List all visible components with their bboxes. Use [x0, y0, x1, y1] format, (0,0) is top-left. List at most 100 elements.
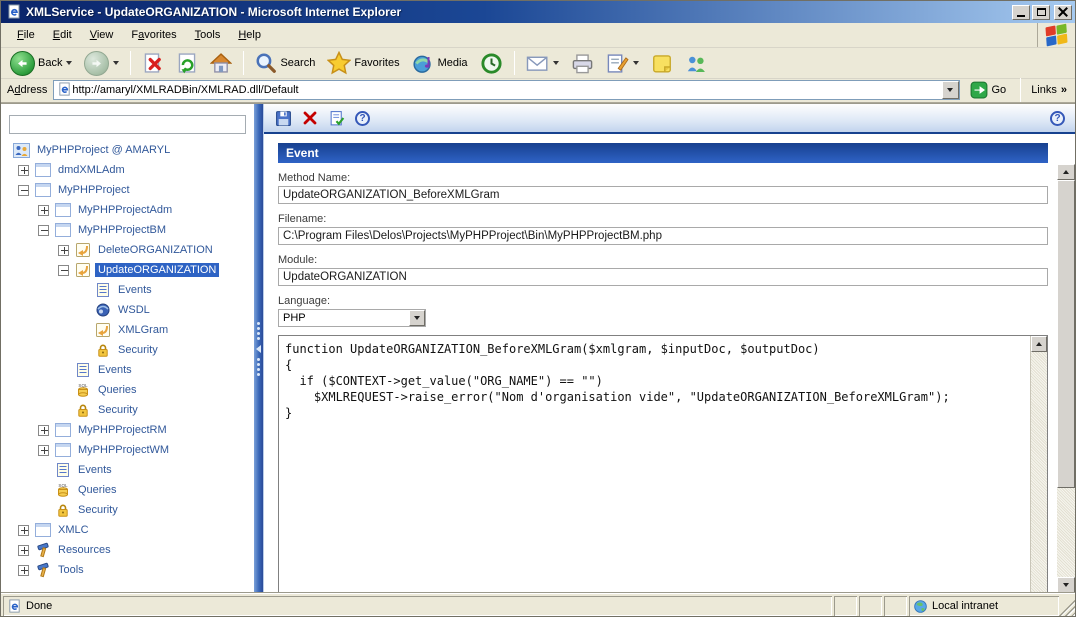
- favorites-button[interactable]: Favorites: [322, 48, 404, 78]
- browser-toolbar: Back Search Favorites Media: [1, 48, 1075, 79]
- tree-item-myphpprojectadm[interactable]: MyPHPProjectAdm: [1, 200, 254, 220]
- forward-dropdown-icon[interactable]: [113, 61, 119, 65]
- tree-item-queries[interactable]: SQL Queries: [1, 380, 254, 400]
- stop-button[interactable]: [137, 49, 169, 77]
- home-button[interactable]: [205, 49, 237, 77]
- resize-grip[interactable]: [1059, 596, 1075, 616]
- edit-dropdown-icon[interactable]: [633, 61, 639, 65]
- messenger-button[interactable]: [680, 50, 713, 77]
- tree-item-myphpprojectwm[interactable]: MyPHPProjectWM: [1, 440, 254, 460]
- tree-item-resources[interactable]: Resources: [1, 540, 254, 560]
- expand-icon[interactable]: [18, 525, 29, 536]
- minimize-button[interactable]: [1012, 5, 1030, 20]
- tree-item-queries[interactable]: SQL Queries: [1, 480, 254, 500]
- address-field[interactable]: [53, 80, 959, 100]
- back-dropdown-icon[interactable]: [66, 61, 72, 65]
- tree-item-security[interactable]: Security: [1, 340, 254, 360]
- collapse-icon[interactable]: [58, 265, 69, 276]
- code-editor[interactable]: function UpdateORGANIZATION_BeforeXMLGra…: [278, 335, 1048, 593]
- module-field[interactable]: [278, 268, 1048, 286]
- expand-icon[interactable]: [38, 205, 49, 216]
- expand-icon[interactable]: [18, 565, 29, 576]
- back-button[interactable]: Back: [5, 48, 77, 79]
- menu-view[interactable]: View: [82, 26, 122, 44]
- tree-item-xmlc[interactable]: XMLC: [1, 520, 254, 540]
- search-button[interactable]: Search: [250, 49, 320, 77]
- tree-item-deleteorganization[interactable]: DeleteORGANIZATION: [1, 240, 254, 260]
- expand-icon[interactable]: [58, 245, 69, 256]
- delete-button[interactable]: [301, 110, 319, 127]
- help-button[interactable]: ?: [355, 111, 370, 126]
- tree-item-myphpprojectbm[interactable]: MyPHPProjectBM: [1, 220, 254, 240]
- help-button-right[interactable]: ?: [1050, 111, 1065, 126]
- validate-button[interactable]: [328, 110, 346, 127]
- scroll-up-button[interactable]: [1031, 336, 1047, 352]
- scrollbar-thumb[interactable]: [1057, 180, 1075, 488]
- method-icon: [74, 262, 91, 278]
- address-input[interactable]: [72, 82, 941, 98]
- save-button[interactable]: [274, 110, 292, 127]
- tree-item-security[interactable]: Security: [1, 500, 254, 520]
- method-name-field[interactable]: [278, 186, 1048, 204]
- menu-edit-label: Edit: [53, 29, 72, 41]
- menu-view-label: View: [90, 29, 114, 41]
- media-button[interactable]: Media: [407, 49, 473, 78]
- maximize-button[interactable]: [1032, 5, 1050, 20]
- go-button[interactable]: Go: [966, 80, 1011, 100]
- tree-item-dmdxmladm[interactable]: dmdXMLAdm: [1, 160, 254, 180]
- forward-button[interactable]: [79, 48, 124, 79]
- method-name-label: Method Name:: [278, 172, 1048, 184]
- search-icon: [255, 52, 277, 74]
- tree-item-tools[interactable]: Tools: [1, 560, 254, 580]
- tree-item-events[interactable]: Events: [1, 280, 254, 300]
- tree-item-security[interactable]: Security: [1, 400, 254, 420]
- collapse-left-icon[interactable]: [256, 345, 261, 353]
- collapse-icon[interactable]: [38, 225, 49, 236]
- window-title: XMLService - UpdateORGANIZATION - Micros…: [26, 5, 1010, 19]
- edit-button[interactable]: [601, 50, 644, 77]
- tree-item-updateorganization-selected[interactable]: UpdateORGANIZATION: [1, 260, 254, 280]
- code-text[interactable]: function UpdateORGANIZATION_BeforeXMLGra…: [279, 336, 1030, 593]
- code-scrollbar[interactable]: [1030, 336, 1047, 593]
- language-select[interactable]: PHP: [278, 309, 426, 327]
- panel-splitter[interactable]: [254, 104, 263, 593]
- tree-item-myphpproject[interactable]: MyPHPProject: [1, 180, 254, 200]
- history-button[interactable]: [475, 49, 508, 78]
- tree-filter-input[interactable]: [9, 115, 246, 134]
- close-button[interactable]: [1054, 5, 1072, 20]
- print-button[interactable]: [566, 50, 599, 77]
- links-button[interactable]: Links »: [1031, 84, 1069, 96]
- collapse-icon[interactable]: [18, 185, 29, 196]
- expand-icon[interactable]: [18, 545, 29, 556]
- expand-icon[interactable]: [38, 445, 49, 456]
- chevron-more-icon: »: [1061, 84, 1067, 96]
- page-scrollbar[interactable]: [1057, 164, 1075, 593]
- events-icon: [54, 462, 71, 478]
- language-dropdown-button[interactable]: [409, 310, 425, 326]
- menu-edit[interactable]: Edit: [45, 26, 80, 44]
- tree-item-xmlgram[interactable]: XMLGram: [1, 320, 254, 340]
- go-icon: [970, 81, 988, 99]
- tree-item-wsdl[interactable]: WSDL: [1, 300, 254, 320]
- expand-icon[interactable]: [38, 425, 49, 436]
- menu-help[interactable]: Help: [230, 26, 269, 44]
- discuss-button[interactable]: [646, 50, 678, 77]
- tree-item-myphpprojectrm[interactable]: MyPHPProjectRM: [1, 420, 254, 440]
- menu-favorites[interactable]: Favorites: [123, 26, 184, 44]
- mail-dropdown-icon[interactable]: [553, 61, 559, 65]
- scroll-up-button[interactable]: [1057, 164, 1075, 180]
- tree-item-root[interactable]: MyPHPProject @ AMARYL: [1, 140, 254, 160]
- tree-item-events[interactable]: Events: [1, 360, 254, 380]
- ie-page-icon: [6, 4, 22, 20]
- refresh-button[interactable]: [171, 49, 203, 77]
- expand-icon[interactable]: [18, 165, 29, 176]
- filename-field[interactable]: [278, 227, 1048, 245]
- tree-item-events[interactable]: Events: [1, 460, 254, 480]
- mail-button[interactable]: [521, 50, 564, 76]
- chevron-down-icon: [947, 88, 953, 92]
- scrollbar-track[interactable]: [1057, 488, 1075, 577]
- scroll-down-button[interactable]: [1057, 577, 1075, 593]
- menu-file[interactable]: File: [9, 26, 43, 44]
- menu-tools[interactable]: Tools: [187, 26, 229, 44]
- address-dropdown-button[interactable]: [942, 81, 959, 99]
